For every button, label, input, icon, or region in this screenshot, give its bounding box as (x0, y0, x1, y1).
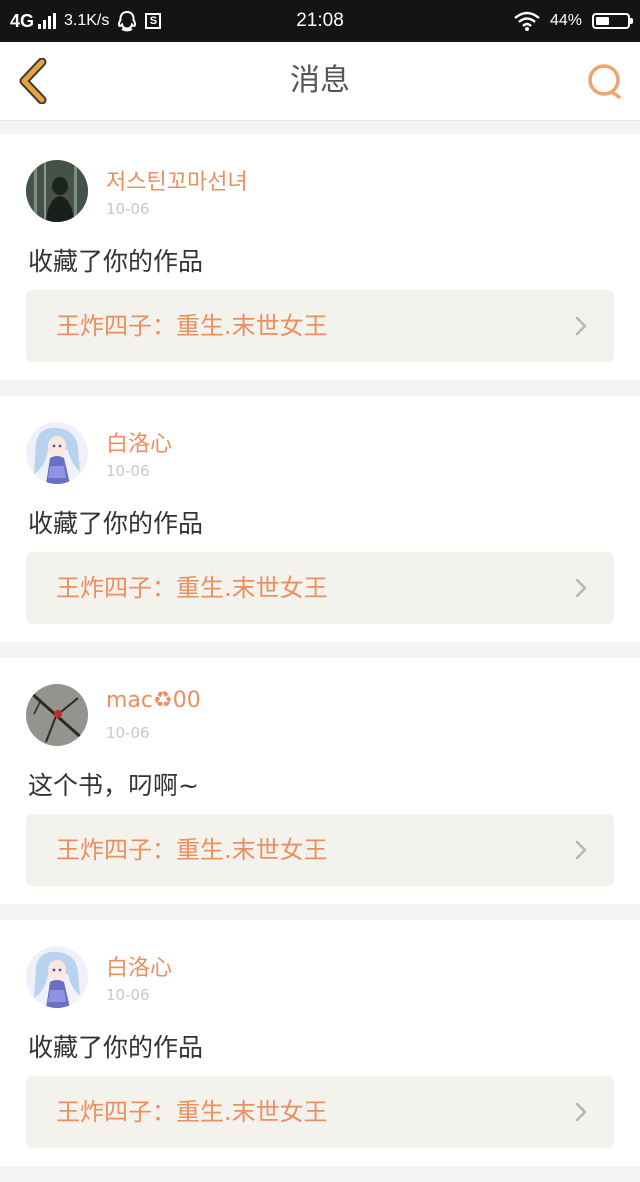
work-title: 王炸四子：重生.末世女王 (56, 574, 328, 602)
message-text: 收藏了你的作品 (28, 509, 204, 538)
avatar-anime-girl-icon (26, 946, 88, 1008)
work-link[interactable]: 王炸四子：重生.末世女王 (26, 814, 614, 886)
chevron-right-icon (575, 578, 587, 598)
username[interactable]: 白洛心 (106, 950, 172, 982)
search-icon (588, 64, 621, 99)
status-bar: 4G 3.1K/s S 21:08 44% (0, 0, 640, 42)
battery-icon (592, 13, 633, 29)
chevron-right-icon (575, 840, 587, 860)
work-link[interactable]: 王炸四子：重生.末世女王 (26, 1076, 614, 1148)
message-date: 10-06 (106, 986, 150, 1004)
page-title: 消息 (290, 63, 350, 98)
message-card: mac♻00 10-06 这个书，叼啊~ 王炸四子：重生.末世女王 (0, 658, 640, 904)
avatar[interactable] (26, 422, 88, 484)
nav-bar: 消息 (0, 42, 640, 121)
avatar-branch-red-icon (26, 684, 88, 746)
battery-level-fill (596, 17, 609, 25)
wifi-icon (514, 11, 540, 31)
work-title: 王炸四子：重生.末世女王 (56, 836, 328, 864)
username[interactable]: 白洛心 (106, 426, 172, 458)
message-card: 白洛心 10-06 收藏了你的作品 王炸四子：重生.末世女王 (0, 396, 640, 642)
avatar[interactable] (26, 946, 88, 1008)
message-date: 10-06 (106, 724, 150, 742)
message-list: 저스틴꼬마선녀 10-06 收藏了你的作品 王炸四子：重生.末世女王 白洛心 1… (0, 134, 640, 1182)
message-card: 저스틴꼬마선녀 10-06 收藏了你的作品 王炸四子：重生.末世女王 (0, 134, 640, 380)
message-date: 10-06 (106, 462, 150, 480)
avatar-anime-girl-icon (26, 422, 88, 484)
chevron-right-icon (575, 1102, 587, 1122)
message-text: 这个书，叼啊~ (28, 771, 199, 800)
status-right: 44% (514, 0, 633, 42)
search-button[interactable] (586, 62, 624, 100)
message-card: 白洛心 10-06 收藏了你的作品 王炸四子：重生.末世女王 (0, 920, 640, 1166)
username[interactable]: mac♻00 (106, 688, 201, 713)
work-title: 王炸四子：重生.末世女王 (56, 1098, 328, 1126)
avatar[interactable] (26, 160, 88, 222)
message-text: 收藏了你的作品 (28, 247, 204, 276)
work-link[interactable]: 王炸四子：重生.末世女王 (26, 552, 614, 624)
work-link[interactable]: 王炸四子：重生.末世女王 (26, 290, 614, 362)
work-title: 王炸四子：重生.末世女王 (56, 312, 328, 340)
battery-percent: 44% (549, 12, 582, 29)
message-text: 收藏了你的作品 (28, 1033, 204, 1062)
avatar-dark-figure-icon (26, 160, 88, 222)
avatar[interactable] (26, 684, 88, 746)
message-date: 10-06 (106, 200, 150, 218)
username[interactable]: 저스틴꼬마선녀 (106, 164, 248, 196)
chevron-right-icon (575, 316, 587, 336)
